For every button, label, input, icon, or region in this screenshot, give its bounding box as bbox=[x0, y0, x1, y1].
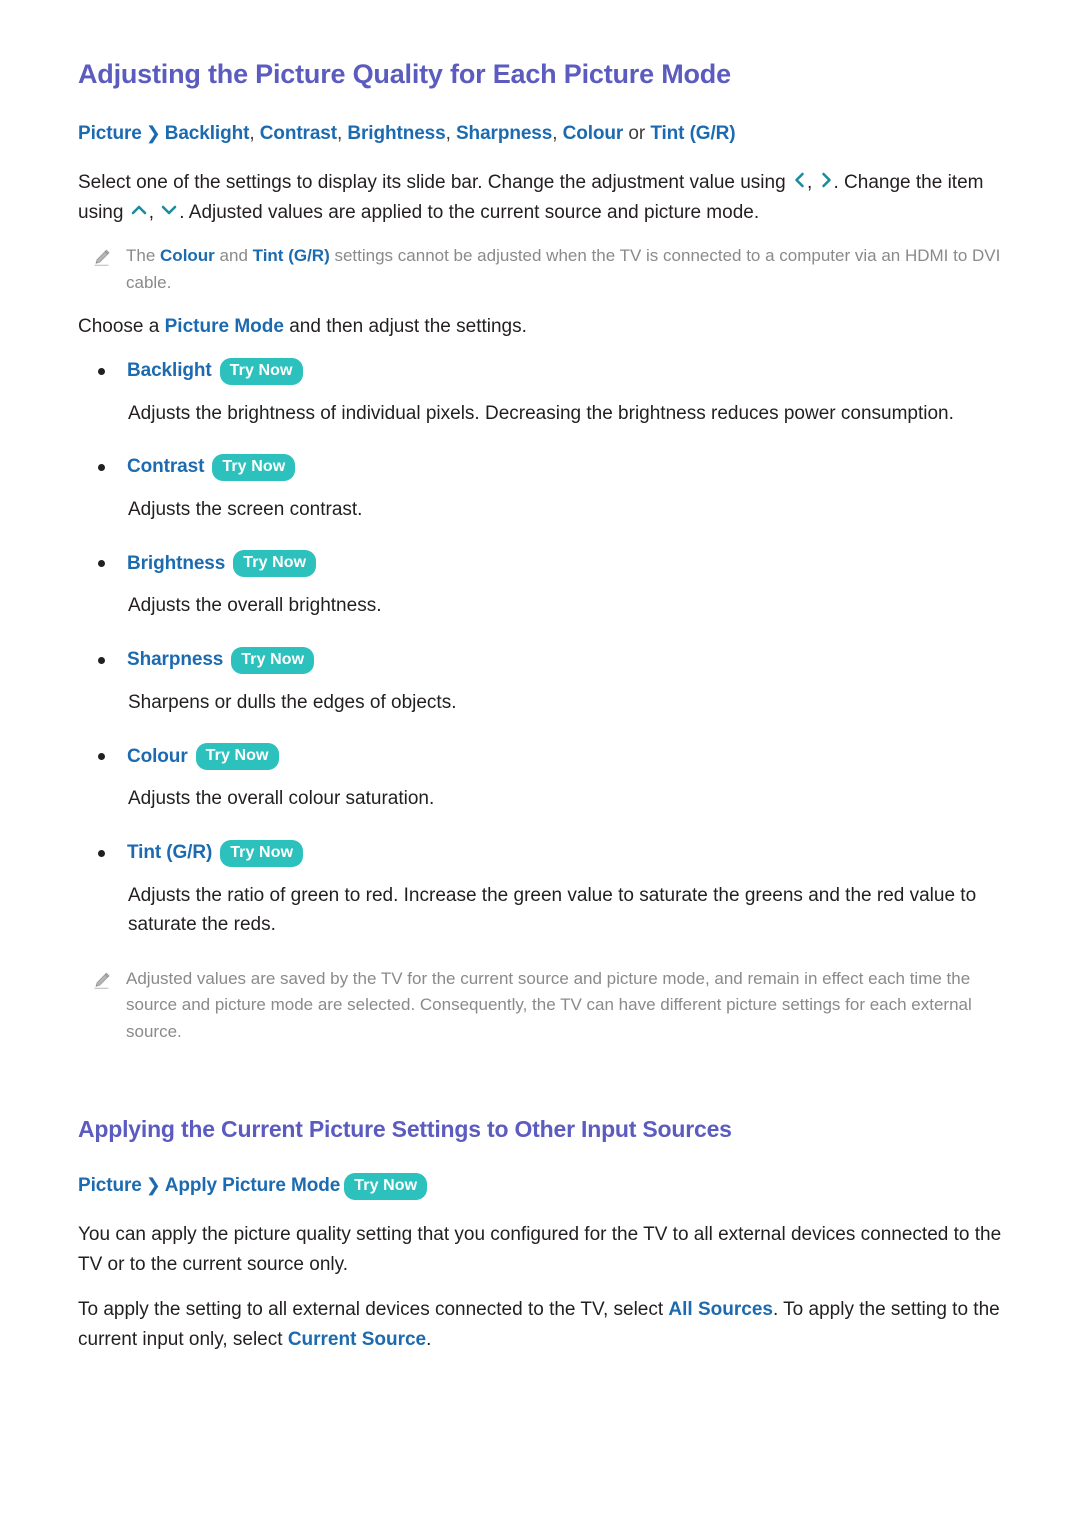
breadcrumb-item-colour[interactable]: Colour bbox=[563, 123, 624, 144]
option-description-contrast: Adjusts the screen contrast. bbox=[128, 499, 363, 521]
picture-settings-list: Backlight Try Now Adjusts the brightness… bbox=[78, 357, 1018, 940]
breadcrumb-item-tint[interactable]: Tint (G/R) bbox=[650, 123, 735, 144]
list-item-colour: Colour Try Now Adjusts the overall colou… bbox=[78, 743, 1018, 813]
choose-part1: Choose a bbox=[78, 316, 165, 338]
list-item-tint: Tint (G/R) Try Now Adjusts the ratio of … bbox=[78, 839, 1018, 940]
option-description-tint: Adjusts the ratio of green to red. Incre… bbox=[128, 884, 977, 936]
list-item-sharpness: Sharpness Try Now Sharpens or dulls the … bbox=[78, 646, 1018, 717]
list-item-backlight: Backlight Try Now Adjusts the brightness… bbox=[78, 357, 1018, 428]
choose-picture-mode-paragraph: Choose a Picture Mode and then adjust th… bbox=[78, 312, 1018, 341]
option-description-sharpness: Sharpens or dulls the edges of objects. bbox=[128, 691, 457, 713]
chevron-right-icon: ❯ bbox=[145, 1174, 161, 1195]
option-description-backlight: Adjusts the brightness of individual pix… bbox=[128, 402, 954, 424]
apply-paragraph-2: To apply the setting to all external dev… bbox=[78, 1295, 1018, 1354]
bullet-icon bbox=[98, 753, 105, 761]
apply-paragraph-1: You can apply the picture quality settin… bbox=[78, 1224, 1002, 1275]
note-block-saved-values: Adjusted values are saved by the TV for … bbox=[78, 966, 1018, 1046]
try-now-badge-sharpness[interactable]: Try Now bbox=[231, 646, 315, 674]
right-chevron-icon bbox=[818, 171, 834, 189]
choose-term-picture-mode[interactable]: Picture Mode bbox=[165, 316, 284, 337]
breadcrumb-root[interactable]: Picture bbox=[78, 1175, 142, 1196]
option-label-sharpness[interactable]: Sharpness bbox=[127, 647, 223, 674]
option-header-tint: Tint (G/R) Try Now bbox=[78, 839, 1018, 867]
try-now-badge-colour[interactable]: Try Now bbox=[195, 743, 279, 771]
intro-text-part3: . Adjusted values are applied to the cur… bbox=[179, 201, 760, 223]
apply2-part3: . bbox=[426, 1328, 432, 1350]
option-header-sharpness: Sharpness Try Now bbox=[78, 646, 1018, 674]
bullet-icon bbox=[98, 560, 105, 568]
note-text-hdmi-dvi: The Colour and Tint (G/R) settings canno… bbox=[126, 243, 1018, 296]
breadcrumb-item-brightness[interactable]: Brightness bbox=[347, 123, 445, 144]
chevron-right-icon: ❯ bbox=[145, 122, 161, 143]
option-label-contrast[interactable]: Contrast bbox=[127, 454, 204, 481]
breadcrumb-conjunction-text: or bbox=[628, 122, 646, 144]
breadcrumb-apply-picture-mode: Picture ❯ Apply Picture Mode Try Now bbox=[78, 1172, 1018, 1201]
note-text-saved-values: Adjusted values are saved by the TV for … bbox=[126, 968, 972, 1041]
choose-part2: and then adjust the settings. bbox=[283, 316, 527, 338]
note1-term-colour[interactable]: Colour bbox=[160, 246, 215, 265]
option-description-colour: Adjusts the overall colour saturation. bbox=[128, 788, 435, 810]
option-header-backlight: Backlight Try Now bbox=[78, 357, 1018, 385]
breadcrumb-item-apply-picture-mode[interactable]: Apply Picture Mode bbox=[165, 1175, 341, 1196]
breadcrumb-comma: , bbox=[249, 122, 260, 144]
left-chevron-icon bbox=[791, 171, 807, 189]
intro-comma-2: , bbox=[148, 201, 160, 223]
pencil-icon bbox=[92, 971, 112, 996]
option-header-colour: Colour Try Now bbox=[78, 743, 1018, 771]
section-title-apply-picture-settings: Applying the Current Picture Settings to… bbox=[78, 1116, 732, 1143]
pencil-icon bbox=[92, 248, 112, 273]
list-item-contrast: Contrast Try Now Adjusts the screen cont… bbox=[78, 454, 1018, 524]
option-label-tint[interactable]: Tint (G/R) bbox=[127, 840, 212, 867]
note1-part2: and bbox=[214, 246, 253, 266]
try-now-badge-tint[interactable]: Try Now bbox=[220, 839, 304, 867]
option-header-contrast: Contrast Try Now bbox=[78, 454, 1018, 482]
document-page: Adjusting the Picture Quality for Each P… bbox=[0, 0, 1080, 1527]
option-description-brightness: Adjusts the overall brightness. bbox=[128, 595, 382, 617]
intro-paragraph: Select one of the settings to display it… bbox=[78, 168, 1018, 227]
option-label-brightness[interactable]: Brightness bbox=[127, 551, 225, 578]
apply2-part1: To apply the setting to all external dev… bbox=[78, 1299, 669, 1321]
bullet-icon bbox=[98, 849, 105, 857]
bullet-icon bbox=[98, 656, 105, 664]
note1-part1: The bbox=[126, 246, 161, 266]
breadcrumb-comma: , bbox=[445, 122, 456, 144]
page-title: Adjusting the Picture Quality for Each P… bbox=[78, 59, 731, 89]
intro-comma-1: , bbox=[806, 172, 818, 194]
breadcrumb-root[interactable]: Picture bbox=[78, 123, 142, 144]
intro-text-part1: Select one of the settings to display it… bbox=[78, 172, 791, 194]
down-chevron-icon bbox=[159, 201, 179, 219]
bullet-icon bbox=[98, 367, 105, 375]
try-now-badge-backlight[interactable]: Try Now bbox=[219, 357, 303, 385]
apply2-term-all-sources[interactable]: All Sources bbox=[668, 1299, 773, 1320]
breadcrumb-item-backlight[interactable]: Backlight bbox=[165, 123, 250, 144]
try-now-badge-contrast[interactable]: Try Now bbox=[212, 454, 296, 482]
breadcrumb-comma: , bbox=[337, 122, 348, 144]
breadcrumb-item-contrast[interactable]: Contrast bbox=[260, 123, 337, 144]
try-now-badge-apply-picture-mode[interactable]: Try Now bbox=[344, 1172, 428, 1200]
breadcrumb-item-sharpness[interactable]: Sharpness bbox=[456, 123, 552, 144]
apply2-term-current-source[interactable]: Current Source bbox=[288, 1329, 426, 1350]
up-chevron-icon bbox=[129, 201, 149, 219]
try-now-badge-brightness[interactable]: Try Now bbox=[233, 550, 317, 578]
list-item-brightness: Brightness Try Now Adjusts the overall b… bbox=[78, 550, 1018, 620]
option-label-colour[interactable]: Colour bbox=[127, 744, 188, 771]
note1-term-tint[interactable]: Tint (G/R) bbox=[253, 246, 330, 265]
note-block-hdmi-dvi: The Colour and Tint (G/R) settings canno… bbox=[78, 243, 1018, 296]
breadcrumb-comma: , bbox=[552, 122, 563, 144]
option-label-backlight[interactable]: Backlight bbox=[127, 358, 212, 385]
breadcrumb-picture-settings: Picture ❯ Backlight, Contrast, Brightness,… bbox=[78, 120, 1018, 149]
bullet-icon bbox=[98, 464, 105, 472]
option-header-brightness: Brightness Try Now bbox=[78, 550, 1018, 578]
